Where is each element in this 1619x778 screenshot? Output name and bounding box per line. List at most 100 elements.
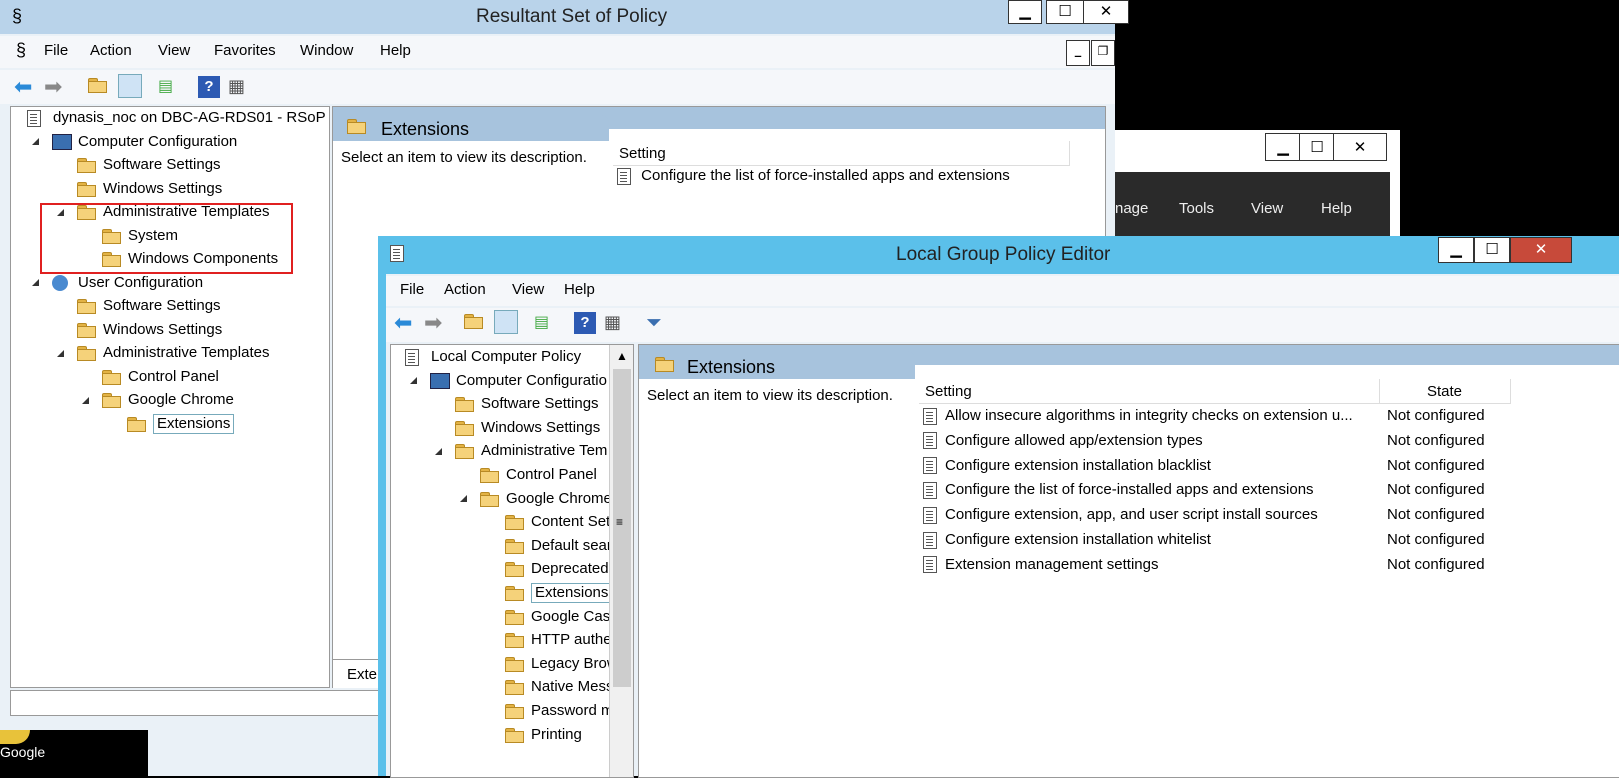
up-folder-icon[interactable] [88, 76, 110, 98]
bg-maximize-button[interactable]: ☐ [1299, 133, 1335, 161]
expanded-arrow-icon[interactable] [434, 447, 442, 455]
lgpe-tree-item[interactable]: Administrative Tem [391, 440, 633, 462]
expanded-arrow-icon[interactable] [459, 495, 467, 503]
close-button[interactable]: ✕ [1083, 0, 1129, 24]
forward-arrow-icon[interactable]: ➡ [44, 76, 66, 98]
expanded-arrow-icon[interactable] [81, 396, 89, 404]
lgpe-tree-item[interactable]: Extensions [391, 582, 633, 604]
lgpe-tree-item[interactable]: Google Cast [391, 606, 633, 628]
collapsed-arrow-icon[interactable] [55, 323, 63, 336]
bg-menu-help[interactable]: Help [1321, 200, 1352, 217]
bg-close-button[interactable]: ✕ [1333, 133, 1387, 161]
lgpe-export-list-icon[interactable]: ▤ [534, 312, 556, 334]
table-row[interactable]: Configure allowed app/extension types Not… [923, 432, 1613, 456]
table-row[interactable]: Extension management settings Not configu… [923, 556, 1613, 580]
collapsed-arrow-icon[interactable] [458, 469, 466, 482]
mdi-restore-button[interactable]: ❐ [1091, 40, 1115, 66]
expanded-arrow-icon[interactable] [409, 377, 417, 385]
rsop-tree-item[interactable]: Administrative Templates [11, 342, 329, 364]
scroll-up-button[interactable]: ▲ [610, 345, 633, 367]
help-icon[interactable]: ? [198, 76, 220, 98]
minimize-button[interactable]: ▁ [1008, 0, 1042, 24]
tree-scrollbar[interactable]: ▲ ≡ [609, 345, 633, 777]
lgpe-tree-item[interactable]: Software Settings [391, 393, 633, 415]
folder-icon [102, 366, 121, 388]
rsop-tree-item[interactable]: Windows Settings [11, 319, 329, 341]
rsop-tree-item[interactable]: Software Settings [11, 295, 329, 317]
collapsed-arrow-icon[interactable] [80, 370, 88, 383]
show-hide-tree-icon[interactable] [118, 74, 142, 98]
lgpe-action-pane-icon[interactable]: ▦ [604, 312, 626, 334]
expanded-arrow-icon[interactable] [56, 349, 64, 357]
lgpe-up-folder-icon[interactable] [464, 312, 486, 334]
lgpe-tree-item[interactable]: Google Chrome [391, 488, 633, 510]
lgpe-menu-action[interactable]: Action [444, 281, 486, 298]
menu-file[interactable]: File [44, 42, 68, 59]
lgpe-tree-item[interactable]: Printing [391, 724, 633, 746]
expanded-arrow-icon[interactable] [31, 138, 39, 146]
menu-action[interactable]: Action [90, 42, 132, 59]
lgpe-menu-help[interactable]: Help [564, 281, 595, 298]
lgpe-tree-item[interactable]: Windows Settings [391, 417, 633, 439]
lgpe-column-setting[interactable]: Setting [919, 379, 1380, 404]
lgpe-close-button[interactable]: ✕ [1510, 237, 1572, 263]
lgpe-title-bar[interactable]: Local Group Policy Editor ▁ ☐ ✕ [378, 236, 1619, 274]
collapsed-arrow-icon[interactable] [55, 300, 63, 313]
lgpe-tree-item[interactable]: Deprecated p [391, 558, 633, 580]
menu-favorites[interactable]: Favorites [214, 42, 276, 59]
lgpe-tree-item[interactable]: Legacy Brow [391, 653, 633, 675]
rsop-tree-item[interactable]: Extensions [11, 413, 329, 435]
rsop-column-setting[interactable]: Setting [613, 141, 1070, 166]
menu-view[interactable]: View [158, 42, 190, 59]
bg-menu-tools[interactable]: Tools [1179, 200, 1214, 217]
table-row[interactable]: Configure extension installation whiteli… [923, 531, 1613, 555]
expanded-arrow-icon[interactable] [31, 279, 39, 287]
lgpe-show-hide-tree-icon[interactable] [494, 310, 518, 334]
lgpe-maximize-button[interactable]: ☐ [1474, 237, 1510, 263]
collapsed-arrow-icon[interactable] [55, 159, 63, 172]
lgpe-forward-arrow-icon[interactable]: ➡ [424, 312, 446, 334]
bg-menu-view[interactable]: View [1251, 200, 1283, 217]
mdi-minimize-button[interactable]: _ [1066, 40, 1090, 66]
menu-window[interactable]: Window [300, 42, 353, 59]
table-row[interactable]: Configure extension installation blackli… [923, 457, 1613, 481]
export-list-icon[interactable]: ▤ [158, 76, 180, 98]
lgpe-column-state[interactable]: State [1380, 379, 1511, 404]
lgpe-tree-item[interactable]: Default searc [391, 535, 633, 557]
bg-minimize-button[interactable]: ▁ [1265, 133, 1301, 161]
filter-icon[interactable]: ⏷ [646, 312, 668, 334]
collapsed-arrow-icon[interactable] [433, 398, 441, 411]
rsop-tree-item[interactable]: dynasis_noc on DBC-AG-RDS01 - RSoP [11, 107, 329, 129]
lgpe-tree-item[interactable]: Content Sett [391, 511, 633, 533]
table-row[interactable]: Configure the list of force-installed ap… [617, 167, 1010, 191]
lgpe-tree-item[interactable]: Password ma [391, 700, 633, 722]
lgpe-help-icon[interactable]: ? [574, 312, 596, 334]
rsop-title-bar[interactable]: § Resultant Set of Policy ▁ ☐ ✕ [0, 0, 1129, 34]
rsop-tree-item[interactable]: User Configuration [11, 272, 329, 294]
back-arrow-icon[interactable]: ⬅ [14, 76, 36, 98]
rsop-tree-item[interactable]: Control Panel [11, 366, 329, 388]
collapsed-arrow-icon[interactable] [55, 182, 63, 195]
lgpe-minimize-button[interactable]: ▁ [1438, 237, 1474, 263]
table-row[interactable]: Configure extension, app, and user scrip… [923, 506, 1613, 530]
rsop-tree-item[interactable]: Computer Configuration [11, 131, 329, 153]
action-pane-icon[interactable]: ▦ [228, 76, 250, 98]
lgpe-back-arrow-icon[interactable]: ⬅ [394, 312, 416, 334]
table-row[interactable]: Allow insecure algorithms in integrity c… [923, 407, 1613, 431]
lgpe-tree-item[interactable]: Computer Configuratio [391, 370, 633, 392]
rsop-tree-item[interactable]: Google Chrome [11, 389, 329, 411]
table-row[interactable]: Configure the list of force-installed ap… [923, 481, 1613, 505]
bg-menu-manage[interactable]: nage [1115, 200, 1148, 217]
rsop-tree-item[interactable]: Software Settings [11, 154, 329, 176]
maximize-button[interactable]: ☐ [1046, 0, 1084, 24]
lgpe-tree-item[interactable]: Local Computer Policy [391, 346, 633, 368]
chrome-taskbar-icon[interactable] [0, 730, 30, 744]
collapsed-arrow-icon[interactable] [433, 421, 441, 434]
lgpe-menu-file[interactable]: File [400, 281, 424, 298]
lgpe-menu-view[interactable]: View [512, 281, 544, 298]
rsop-tree-item[interactable]: Windows Settings [11, 178, 329, 200]
lgpe-tree-item[interactable]: HTTP auther [391, 629, 633, 651]
menu-help[interactable]: Help [380, 42, 411, 59]
lgpe-tree-item[interactable]: Control Panel [391, 464, 633, 486]
lgpe-tree-item[interactable]: Native Messa [391, 676, 633, 698]
